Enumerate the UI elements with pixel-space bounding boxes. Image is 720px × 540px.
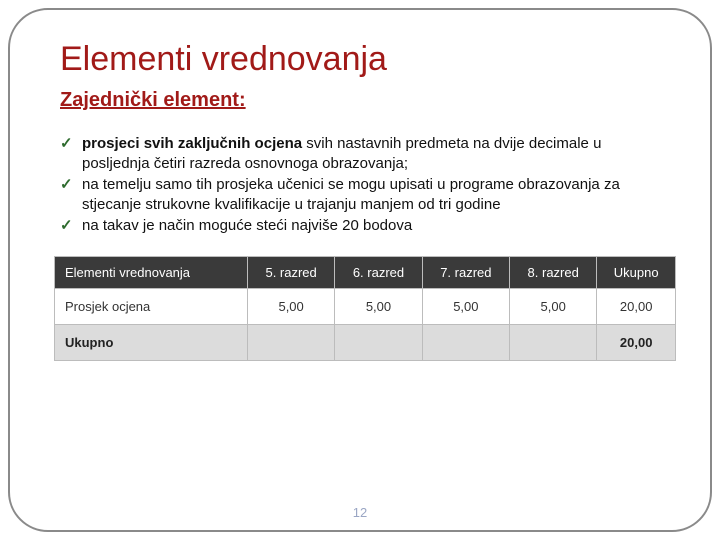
bullet-item: ✓ prosjeci svih zaključnih ocjena svih n…	[60, 134, 670, 173]
bullet-item: ✓ na temelju samo tih prosjeka učenici s…	[60, 175, 670, 214]
table-cell: Prosjek ocjena	[55, 288, 248, 324]
table-cell: 5,00	[335, 288, 422, 324]
table-row: Prosjek ocjena 5,00 5,00 5,00 5,00 20,00	[55, 288, 676, 324]
check-icon: ✓	[60, 175, 73, 195]
slide-frame: Elementi vrednovanja Zajednički element:…	[8, 8, 712, 532]
table-cell: 5,00	[422, 288, 509, 324]
table-cell	[335, 324, 422, 360]
table-cell: 5,00	[510, 288, 597, 324]
table-header: 8. razred	[510, 256, 597, 288]
grades-table: Elementi vrednovanja 5. razred 6. razred…	[54, 256, 676, 361]
table-header: 5. razred	[247, 256, 334, 288]
slide-subtitle: Zajednički element:	[60, 89, 670, 112]
table-header-row: Elementi vrednovanja 5. razred 6. razred…	[55, 256, 676, 288]
bullet-item: ✓ na takav je način moguće steći najviše…	[60, 216, 670, 236]
page-number: 12	[10, 505, 710, 520]
table-cell: 20,00	[597, 324, 676, 360]
table-cell	[510, 324, 597, 360]
check-icon: ✓	[60, 216, 73, 236]
table-header: Elementi vrednovanja	[55, 256, 248, 288]
table-row-total: Ukupno 20,00	[55, 324, 676, 360]
bullet-text: na temelju samo tih prosjeka učenici se …	[82, 176, 620, 213]
table-header: Ukupno	[597, 256, 676, 288]
bullet-text: na takav je način moguće steći najviše 2…	[82, 217, 412, 234]
table-header: 7. razred	[422, 256, 509, 288]
table-cell: 20,00	[597, 288, 676, 324]
table-cell: 5,00	[247, 288, 334, 324]
bullet-bold: prosjeci svih zaključnih ocjena	[82, 135, 302, 152]
bullet-list: ✓ prosjeci svih zaključnih ocjena svih n…	[60, 134, 670, 236]
grades-table-wrap: Elementi vrednovanja 5. razred 6. razred…	[54, 256, 676, 361]
table-header: 6. razred	[335, 256, 422, 288]
table-cell	[422, 324, 509, 360]
table-cell: Ukupno	[55, 324, 248, 360]
slide-title: Elementi vrednovanja	[60, 40, 670, 79]
table-cell	[247, 324, 334, 360]
check-icon: ✓	[60, 134, 73, 154]
